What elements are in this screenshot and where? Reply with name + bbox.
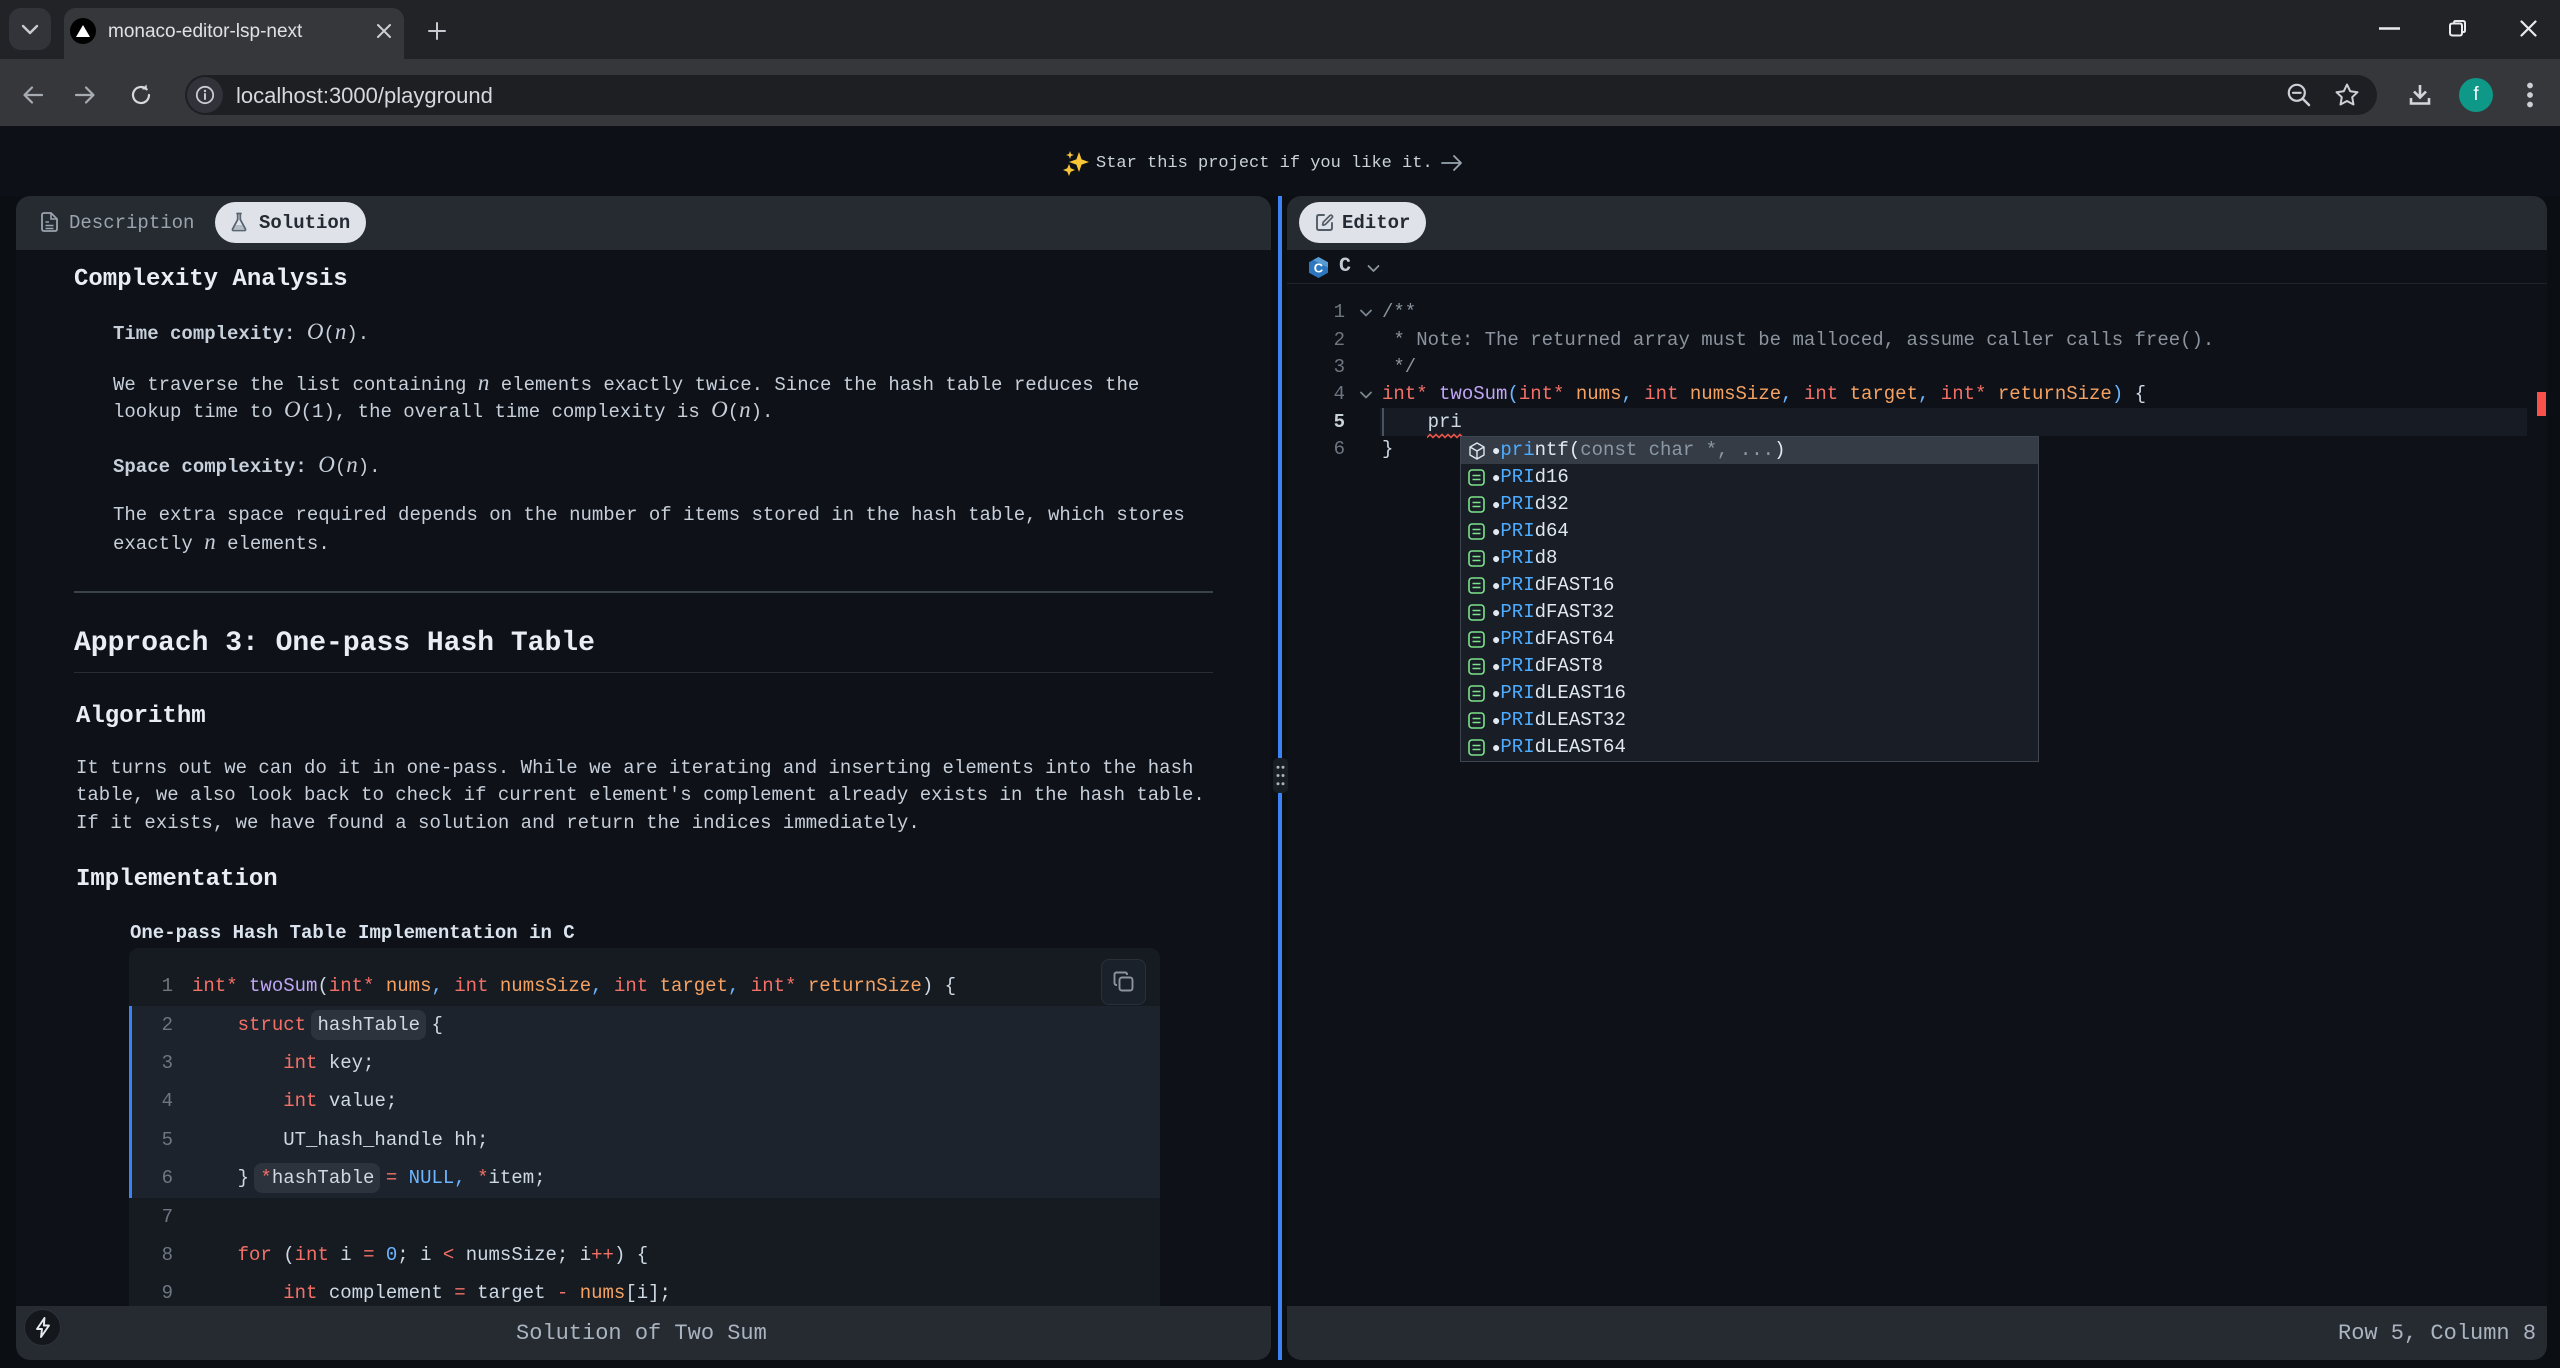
svg-text:C: C bbox=[1314, 261, 1324, 276]
